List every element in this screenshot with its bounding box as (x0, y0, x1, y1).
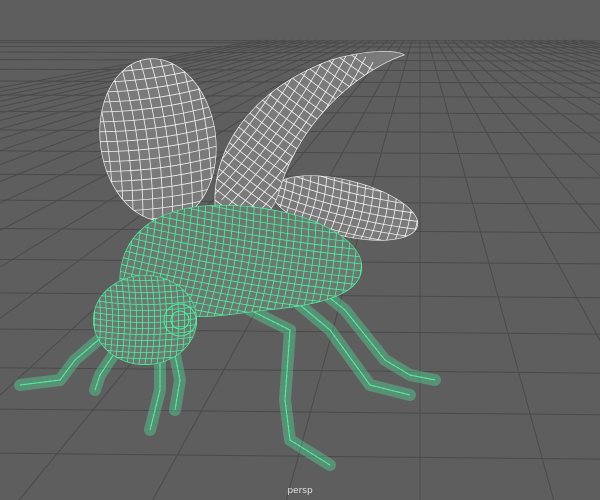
grid-line (555, 39, 600, 50)
grid-line (435, 39, 600, 342)
3d-viewport[interactable]: persp (0, 0, 600, 500)
grid-line (491, 39, 600, 85)
scene-canvas[interactable] (0, 0, 600, 500)
grid-line (467, 39, 600, 122)
grid-line (0, 42, 600, 44)
grid-line (459, 39, 600, 144)
grid-line (499, 39, 600, 78)
grid-line (0, 328, 600, 335)
grid-line (0, 452, 600, 460)
grid-line (515, 39, 600, 67)
grid-line (579, 39, 600, 45)
grid-line (443, 39, 600, 232)
camera-name-label: persp (287, 486, 313, 496)
grid-line (539, 39, 600, 56)
grid-line (427, 39, 555, 500)
grid-line (483, 39, 600, 94)
grid-line (531, 39, 600, 59)
grid-line (547, 39, 600, 53)
grid-line (571, 39, 600, 46)
grid-line (0, 45, 600, 48)
grid-line (0, 367, 600, 374)
grid-line (0, 150, 600, 155)
